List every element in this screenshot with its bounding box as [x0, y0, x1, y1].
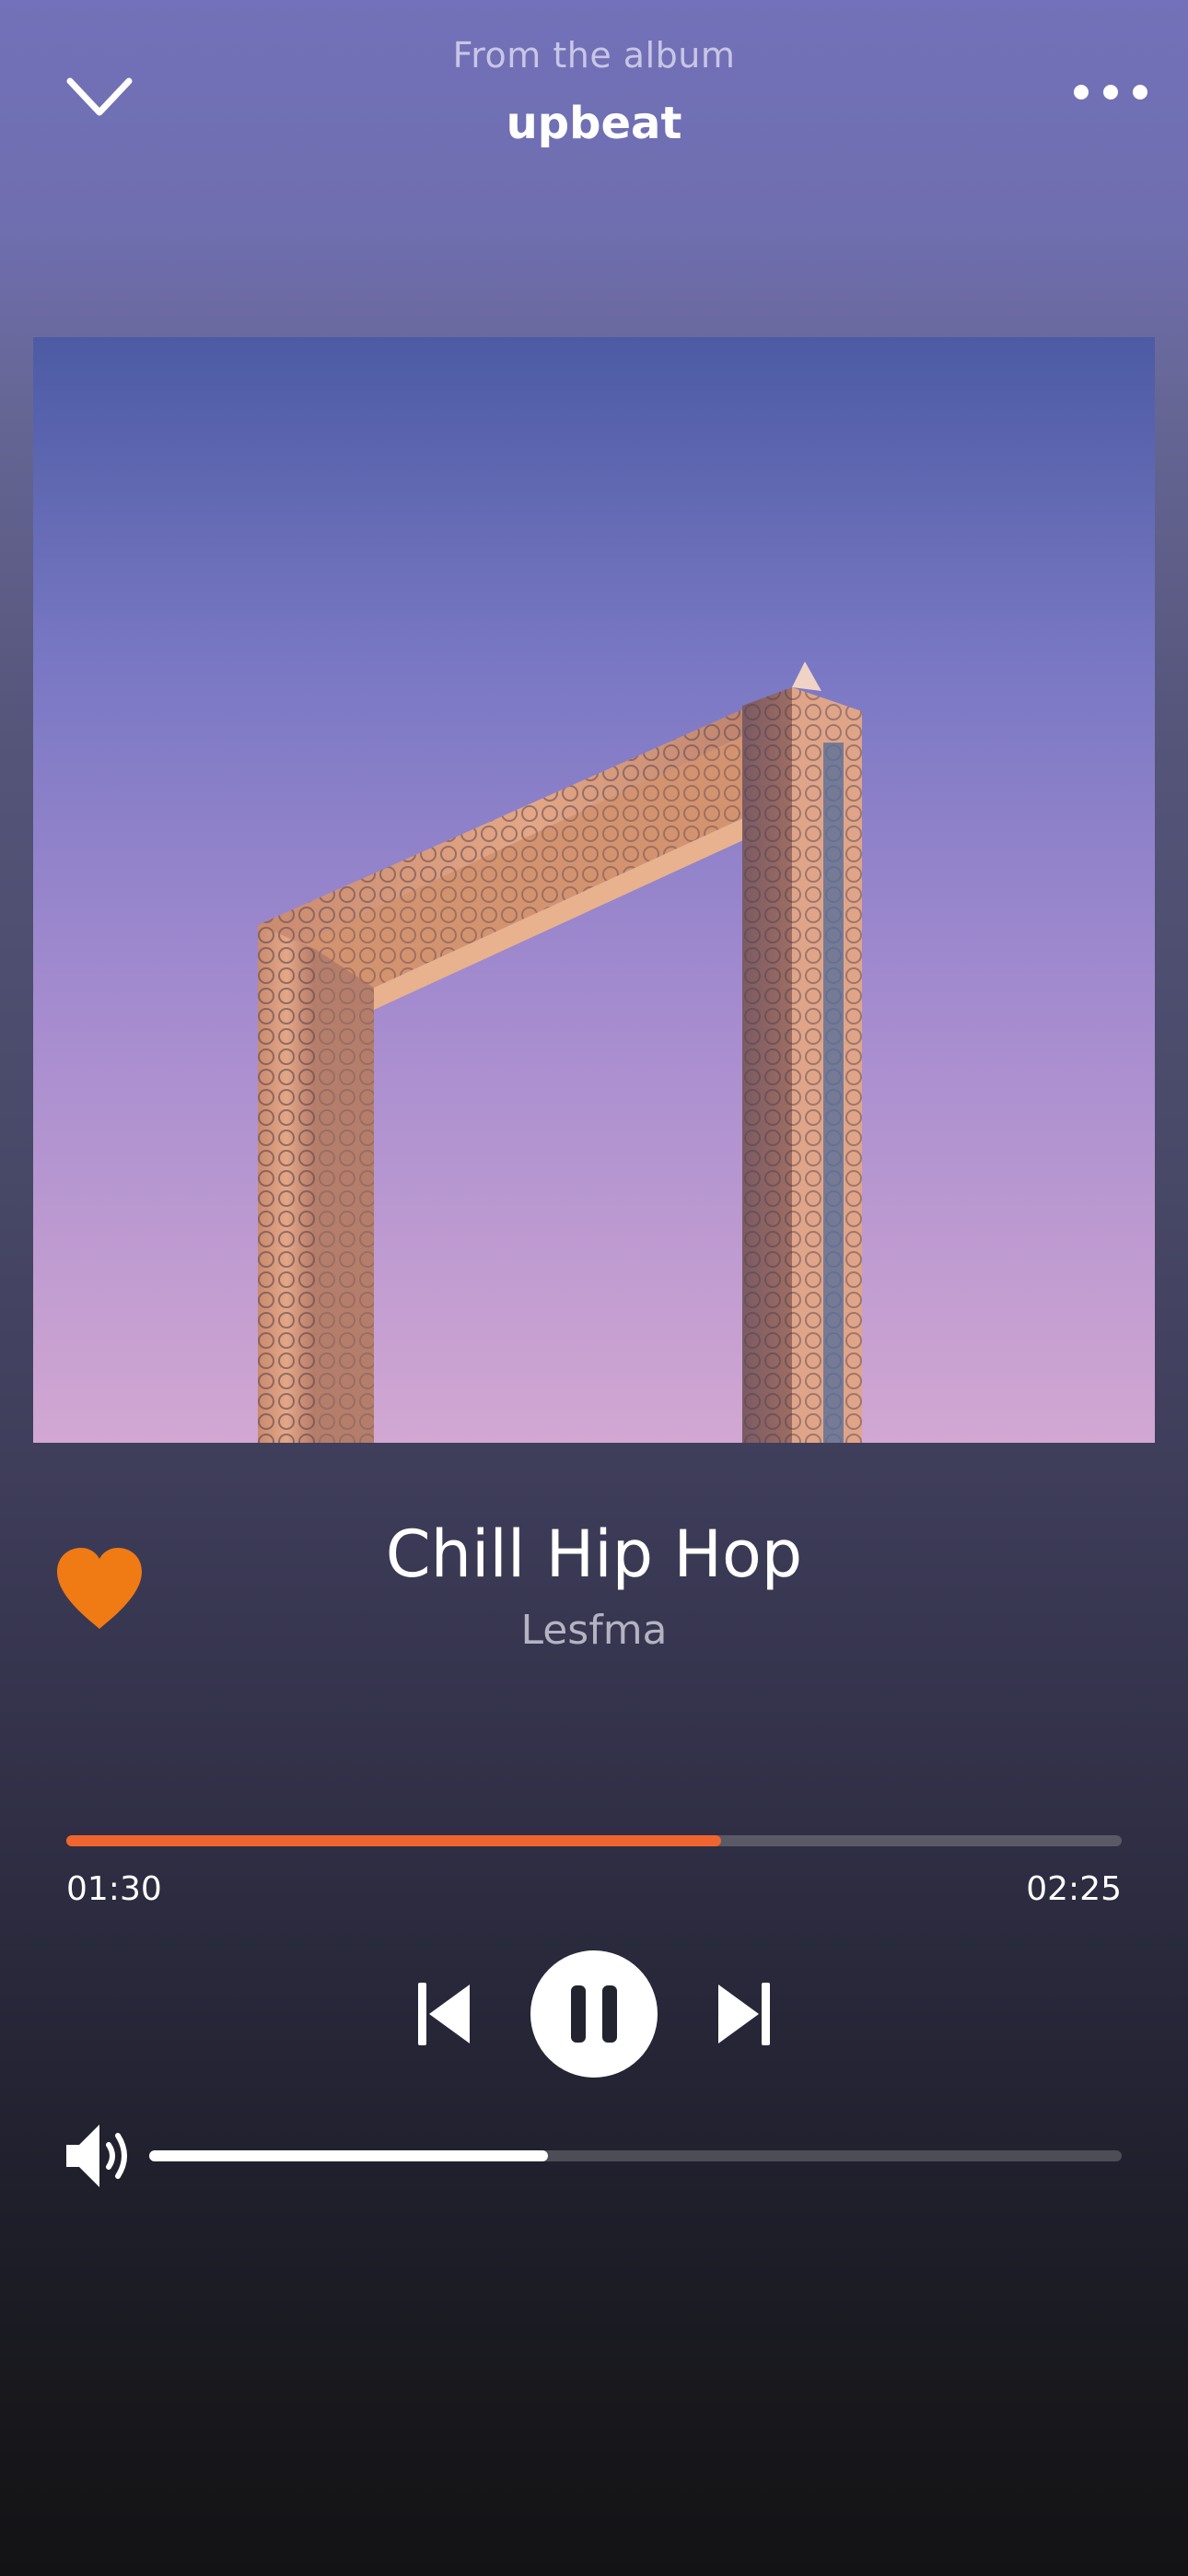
album-artwork — [33, 337, 1155, 1443]
pause-icon — [571, 1985, 617, 2043]
skip-next-icon — [718, 1983, 770, 2045]
total-time: 02:25 — [1026, 1870, 1122, 1908]
skip-previous-icon — [418, 1983, 470, 2045]
more-horizontal-icon — [1074, 85, 1147, 100]
album-label: From the album — [452, 35, 736, 76]
track-title: Chill Hip Hop — [385, 1516, 803, 1592]
next-track-button[interactable] — [715, 1981, 772, 2047]
volume-level-fill — [149, 2150, 548, 2161]
volume-slider[interactable] — [149, 2150, 1122, 2161]
playback-progress-bar[interactable] — [66, 1835, 1122, 1846]
playback-progress-fill — [66, 1835, 721, 1846]
pause-button[interactable] — [530, 1950, 658, 2078]
volume-icon[interactable] — [64, 2119, 138, 2193]
previous-track-button[interactable] — [416, 1981, 473, 2047]
elapsed-time: 01:30 — [66, 1870, 162, 1908]
album-title: upbeat — [506, 98, 682, 149]
track-artist: Lesfma — [520, 1607, 668, 1654]
more-options-button[interactable] — [1072, 76, 1149, 109]
